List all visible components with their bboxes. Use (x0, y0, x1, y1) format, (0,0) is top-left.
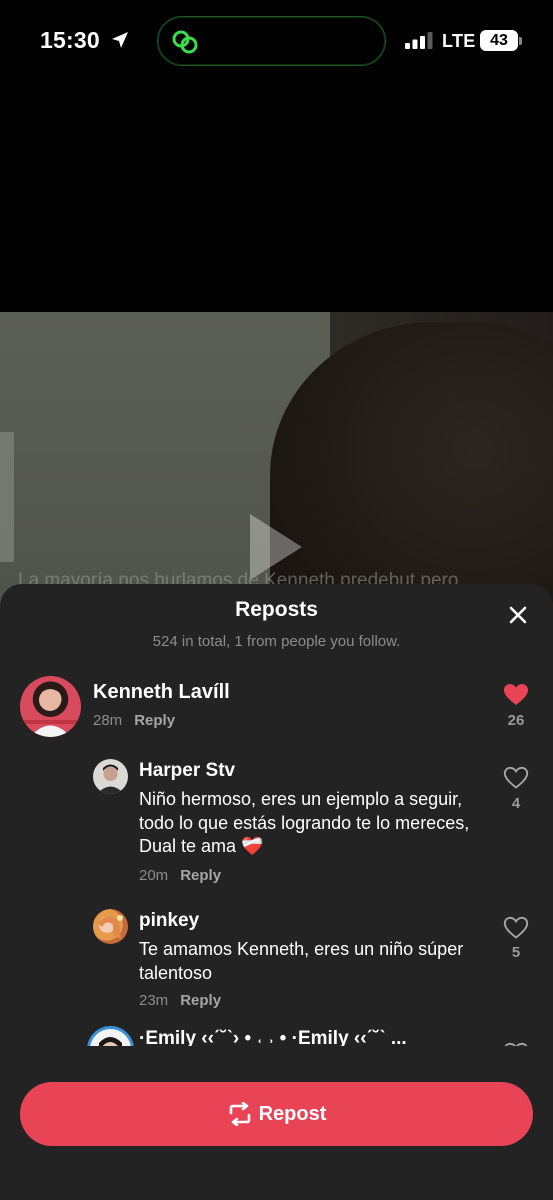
repost-button-label: Repost (258, 1102, 327, 1125)
reply-button[interactable]: Reply (180, 867, 221, 884)
like-count: 5 (511, 944, 521, 961)
dynamic-island[interactable] (157, 16, 386, 66)
repost-arrows-icon (229, 1102, 250, 1126)
comment-author[interactable]: pinkey (139, 910, 199, 932)
avatar[interactable] (93, 759, 128, 794)
heart-outline-icon[interactable] (503, 766, 529, 790)
network-type: LTE (442, 31, 476, 51)
reply-button[interactable]: Reply (134, 712, 175, 729)
like-count: 4 (511, 795, 521, 812)
battery-level: 43 (490, 32, 508, 49)
video-background-edge (0, 432, 14, 562)
cellular-signal-icon (405, 32, 433, 49)
status-time: 15:30 (40, 27, 100, 53)
comment-time: 20m (139, 867, 169, 884)
avatar[interactable] (20, 676, 81, 737)
comment-time: 28m (93, 712, 123, 729)
location-arrow-icon (112, 32, 128, 48)
reply-button[interactable]: Reply (180, 992, 221, 1009)
sheet-title: Reposts (235, 598, 318, 621)
close-icon[interactable] (505, 602, 531, 628)
like-count: 26 (507, 712, 525, 729)
battery-icon: 43 (480, 30, 518, 51)
comment-list[interactable]: Kenneth Lavíll 28m Reply 26 Harper Stv Ni… (0, 672, 553, 1052)
reposts-sheet: Reposts 524 in total, 1 from people you … (0, 584, 553, 1200)
comment-time: 23m (139, 992, 169, 1009)
video-player[interactable]: La mayoría nos burlamos de Kenneth prede… (0, 312, 553, 612)
comment-meta: 20m Reply (139, 867, 221, 884)
status-bar: 15:30 LTE 43 (0, 0, 553, 82)
comment-meta: 23m Reply (139, 992, 221, 1009)
avatar[interactable] (93, 909, 128, 944)
comment-author[interactable]: Harper Stv (139, 760, 235, 782)
heart-filled-icon[interactable] (503, 683, 529, 707)
comment-text: Te amamos Kenneth, eres un niño súper ta… (139, 939, 464, 983)
comment-author[interactable]: Kenneth Lavíll (93, 681, 230, 704)
comment-text: Niño hermoso, eres un ejemplo a seguir, … (139, 789, 470, 856)
heart-outline-icon[interactable] (503, 916, 529, 940)
link-rings-icon (172, 30, 198, 54)
repost-button[interactable]: Repost (20, 1082, 533, 1146)
battery-nub (519, 37, 522, 45)
comment-meta: 28m Reply (93, 712, 175, 729)
list-bottom-mask (0, 1046, 553, 1076)
repost-summary: 524 in total, 1 from people you follow. (152, 633, 401, 650)
